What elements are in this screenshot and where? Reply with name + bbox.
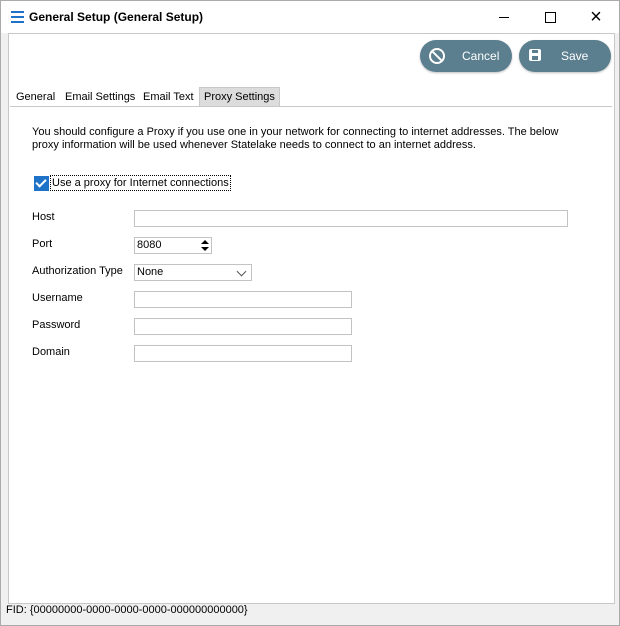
fid-status-text: FID: {00000000-0000-0000-0000-0000000000… (6, 604, 248, 616)
proxy-settings-content: You should configure a Proxy if you use … (10, 106, 612, 602)
host-input[interactable] (134, 210, 568, 227)
auth-type-select[interactable]: None (134, 264, 252, 281)
auth-type-value: None (137, 266, 164, 278)
window-title: General Setup (General Setup) (29, 10, 204, 24)
domain-input[interactable] (134, 345, 352, 362)
save-button-label: Save (561, 49, 589, 63)
maximize-button[interactable] (527, 1, 573, 33)
tab-strip: General Email Settings Email Text Proxy … (9, 87, 614, 107)
title-bar: General Setup (General Setup) × (1, 1, 619, 33)
minimize-button[interactable] (481, 1, 527, 33)
proxy-intro-text: You should configure a Proxy if you use … (32, 126, 559, 151)
close-icon: × (590, 6, 602, 28)
username-label: Username (32, 292, 83, 304)
tab-email-settings[interactable]: Email Settings (65, 89, 135, 106)
tab-proxy-settings[interactable]: Proxy Settings (199, 87, 280, 107)
cancel-icon (429, 48, 445, 64)
port-label: Port (32, 238, 53, 250)
password-input[interactable] (134, 318, 352, 335)
minimize-icon (499, 16, 509, 18)
cancel-button-label: Cancel (462, 49, 500, 63)
port-stepper[interactable]: 8080 (134, 237, 212, 254)
close-button[interactable]: × (573, 1, 619, 33)
tab-general[interactable]: General (16, 89, 55, 106)
spin-arrows-icon[interactable] (201, 240, 209, 252)
use-proxy-label[interactable]: Use a proxy for Internet connections (50, 175, 231, 191)
use-proxy-checkbox[interactable] (34, 176, 49, 191)
save-button[interactable]: Save (519, 40, 611, 72)
general-setup-window: General Setup (General Setup) × Cancel S… (0, 0, 620, 626)
main-panel: Cancel Save General Email Settings Email… (8, 33, 615, 604)
domain-label: Domain (32, 346, 70, 358)
username-input[interactable] (134, 291, 352, 308)
hamburger-list-icon (11, 11, 24, 23)
save-icon (529, 49, 541, 61)
tab-email-text[interactable]: Email Text (143, 89, 194, 106)
host-label: Host (32, 211, 55, 223)
chevron-down-icon (236, 266, 247, 277)
maximize-icon (544, 11, 556, 23)
password-label: Password (32, 319, 81, 331)
cancel-button[interactable]: Cancel (420, 40, 512, 72)
auth-type-label: Authorization Type (32, 265, 123, 277)
port-value: 8080 (137, 239, 162, 251)
